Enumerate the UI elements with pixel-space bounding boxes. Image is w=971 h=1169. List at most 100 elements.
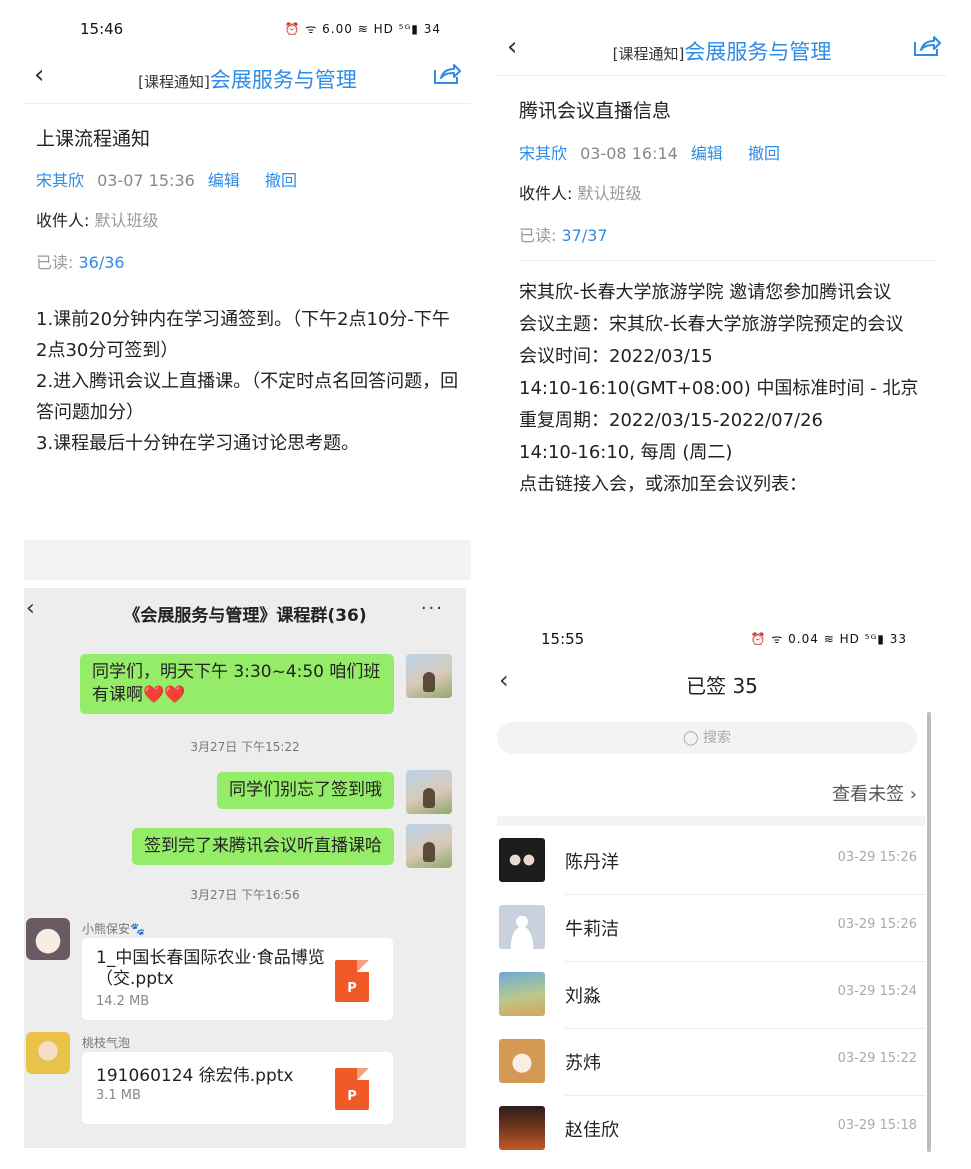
notice-panel-1: 15:46 ⏰ ᯤ 6.00 ≋ HD ⁵ᴳ▮ 34 ‹ [课程通知]会展服务与…: [24, 0, 471, 585]
file-name: 1_中国长春国际农业·食品博览（交.pptx: [96, 948, 325, 989]
notice-paragraph: 点击链接入会，或添加至会议列表：: [519, 474, 807, 495]
chat-message[interactable]: 同学们，明天下午 3:30~4:50 咱们班有课啊❤️❤️: [80, 654, 394, 714]
status-bar: 15:46 ⏰ ᯤ 6.00 ≋ HD ⁵ᴳ▮ 34: [24, 0, 471, 38]
notice-paragraph: 重复周期：2022/03/15-2022/07/26: [519, 410, 823, 431]
view-unsigned-link[interactable]: 查看未签 ›: [832, 780, 917, 806]
avatar: [499, 838, 545, 882]
avatar[interactable]: [406, 770, 452, 814]
author-name[interactable]: 宋其欣: [519, 144, 567, 163]
nav-title: [课程通知]会展服务与管理: [497, 36, 947, 66]
student-name: 刘淼: [565, 986, 601, 1007]
avatar[interactable]: [26, 1032, 70, 1074]
notice-title: 上课流程通知: [36, 128, 151, 150]
recipient-value: 默认班级: [94, 211, 159, 230]
notice-paragraph: 2.进入腾讯会议上直播课。（不定时点名回答问题，回答问题加分）: [36, 371, 459, 423]
notice-meta: 宋其欣 03-08 16:14 编辑 撤回: [519, 140, 780, 164]
recipient-value: 默认班级: [577, 184, 642, 203]
edit-link[interactable]: 编辑: [691, 144, 723, 163]
chat-timestamp: 3月27日 下午16:56: [190, 888, 300, 902]
read-label: 已读:: [36, 253, 79, 272]
sign-time: 03-29 15:24: [837, 984, 917, 999]
read-label: 已读:: [519, 226, 562, 245]
notice-paragraph: 1.课前20分钟内在学习通签到。（下午2点10分-下午2点30分可签到）: [36, 309, 450, 361]
nav-tag: [课程通知]: [612, 45, 685, 63]
scrollbar[interactable]: [927, 712, 931, 1152]
chat-title: 《会展服务与管理》课程群(36): [123, 606, 367, 626]
student-name: 赵佳欣: [565, 1120, 619, 1141]
recipient-line: 收件人: 默认班级: [36, 207, 159, 231]
notice-paragraph: 会议时间：2022/03/15: [519, 346, 713, 367]
read-count[interactable]: 37/37: [561, 226, 607, 245]
chat-header: ‹ 《会展服务与管理》课程群(36) ···: [24, 588, 466, 638]
list-item[interactable]: 苏炜 03-29 15:22: [497, 1029, 925, 1096]
notice-paragraph: 14:10-16:10(GMT+08:00) 中国标准时间 - 北京: [519, 378, 919, 399]
sign-time: 03-29 15:26: [837, 917, 917, 932]
file-name: 191060124 徐宏伟.pptx: [96, 1066, 294, 1086]
search-input[interactable]: ◯ 搜索: [497, 722, 917, 754]
pptx-file-icon: P: [335, 1068, 369, 1110]
file-message[interactable]: 1_中国长春国际农业·食品博览（交.pptx 14.2 MB P: [82, 938, 393, 1020]
file-message[interactable]: 191060124 徐宏伟.pptx 3.1 MB P: [82, 1052, 393, 1124]
status-time: 15:46: [80, 20, 124, 38]
share-icon[interactable]: [433, 62, 461, 90]
chat-timestamp: 3月27日 下午15:22: [190, 740, 300, 754]
notice-meta: 宋其欣 03-07 15:36 编辑 撤回: [36, 167, 297, 191]
author-name[interactable]: 宋其欣: [36, 171, 84, 190]
recipient-line: 收件人: 默认班级: [519, 180, 642, 204]
avatar[interactable]: [406, 654, 452, 698]
nav-bar: ‹ [课程通知]会展服务与管理: [497, 20, 947, 76]
bottom-band: [24, 540, 471, 580]
status-icons: ⏰ ᯤ 6.00 ≋ HD ⁵ᴳ▮ 34: [284, 22, 441, 36]
nav-course-name: 会展服务与管理: [209, 68, 357, 92]
list-item[interactable]: 牛莉洁 03-29 15:26: [497, 895, 925, 962]
nav-title: [课程通知]会展服务与管理: [24, 64, 471, 94]
notice-paragraph: 3.课程最后十分钟在学习通讨论思考题。: [36, 433, 360, 454]
sign-time: 03-29 15:26: [837, 850, 917, 865]
revoke-link[interactable]: 撤回: [265, 171, 297, 190]
page-title: 已签 35: [686, 674, 758, 698]
student-name: 苏炜: [565, 1053, 601, 1074]
read-status: 已读: 37/37: [519, 222, 608, 246]
notice-datetime: 03-08 16:14: [580, 144, 678, 163]
avatar: [499, 972, 545, 1016]
notice-paragraph: 14:10-16:10, 每周 (周二): [519, 442, 733, 463]
notice-datetime: 03-07 15:36: [97, 171, 195, 190]
recipient-label: 收件人:: [36, 211, 95, 230]
chat-message[interactable]: 同学们别忘了签到哦: [217, 772, 394, 809]
notice-paragraph: 会议主题：宋其欣-长春大学旅游学院预定的会议: [519, 314, 904, 335]
student-name: 牛莉洁: [565, 919, 619, 940]
notice-paragraph: 宋其欣-长春大学旅游学院 邀请您参加腾讯会议: [519, 282, 892, 303]
chat-message[interactable]: 签到完了来腾讯会议听直播课哈: [132, 828, 394, 865]
signed-list-panel: 15:55 ⏰ ᯤ 0.04 ≋ HD ⁵ᴳ▮ 33 ‹ 已签 35 ◯ 搜索 …: [497, 610, 947, 1155]
notice-title: 腾讯会议直播信息: [519, 100, 672, 122]
chat-panel: ‹ 《会展服务与管理》课程群(36) ··· 同学们，明天下午 3:30~4:5…: [24, 588, 466, 1148]
sender-name: 桃枝气泡: [82, 1036, 131, 1050]
status-bar: 15:55 ⏰ ᯤ 0.04 ≋ HD ⁵ᴳ▮ 33: [497, 610, 947, 648]
revoke-link[interactable]: 撤回: [748, 144, 780, 163]
avatar: [499, 905, 545, 949]
list-item[interactable]: 陈丹洋 03-29 15:26: [497, 828, 925, 895]
recipient-label: 收件人:: [519, 184, 578, 203]
avatar[interactable]: [406, 824, 452, 868]
file-size: 14.2 MB: [96, 994, 150, 1009]
list-item[interactable]: 刘淼 03-29 15:24: [497, 962, 925, 1029]
nav-bar: ‹ [课程通知]会展服务与管理: [24, 48, 471, 104]
pptx-file-icon: P: [335, 960, 369, 1002]
notice-body: 宋其欣-长春大学旅游学院 邀请您参加腾讯会议 会议主题：宋其欣-长春大学旅游学院…: [519, 277, 939, 501]
list-item[interactable]: 赵佳欣 03-29 15:18: [497, 1096, 925, 1155]
read-count[interactable]: 36/36: [78, 253, 124, 272]
status-icons: ⏰ ᯤ 0.04 ≋ HD ⁵ᴳ▮ 33: [750, 632, 907, 646]
student-name: 陈丹洋: [565, 852, 619, 873]
share-icon[interactable]: [913, 34, 941, 62]
more-icon[interactable]: ···: [421, 598, 444, 619]
avatar[interactable]: [26, 918, 70, 960]
sender-name: 小熊保安🐾: [82, 922, 145, 936]
nav-course-name: 会展服务与管理: [684, 40, 832, 64]
divider: [519, 260, 937, 261]
sign-time: 03-29 15:18: [837, 1118, 917, 1133]
section-divider: [497, 816, 925, 826]
status-time: 15:55: [541, 630, 585, 648]
edit-link[interactable]: 编辑: [208, 171, 240, 190]
file-size: 3.1 MB: [96, 1088, 141, 1103]
nav-tag: [课程通知]: [138, 73, 210, 91]
